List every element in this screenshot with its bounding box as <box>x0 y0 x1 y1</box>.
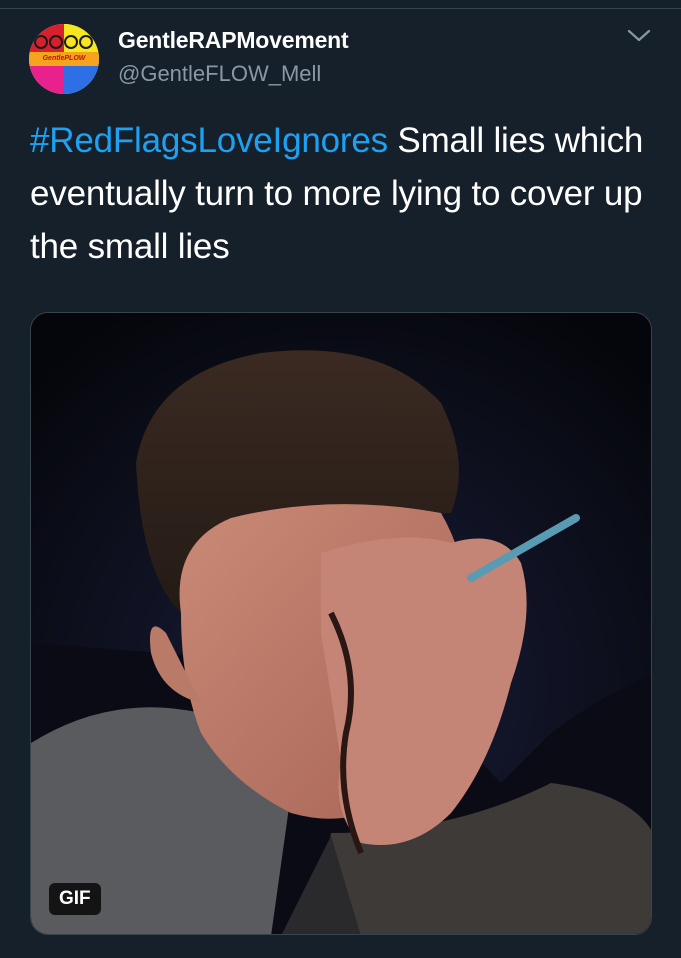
avatar-logo-text: GentlePLOW <box>29 52 99 66</box>
tweet-text: #RedFlagsLoveIgnores Small lies which ev… <box>30 114 655 273</box>
avatar[interactable]: GentlePLOW <box>29 24 99 94</box>
gif-frame-image <box>31 313 651 934</box>
gif-media[interactable]: GIF <box>30 312 652 935</box>
gif-badge: GIF <box>49 883 101 915</box>
top-divider <box>0 0 681 9</box>
avatar-swirl-icon <box>34 35 93 49</box>
display-name[interactable]: GentleRAPMovement <box>118 27 349 54</box>
chevron-down-icon[interactable] <box>624 24 654 48</box>
user-handle[interactable]: @GentleFLOW_Mell <box>118 61 321 87</box>
hashtag-link[interactable]: #RedFlagsLoveIgnores <box>30 121 388 160</box>
